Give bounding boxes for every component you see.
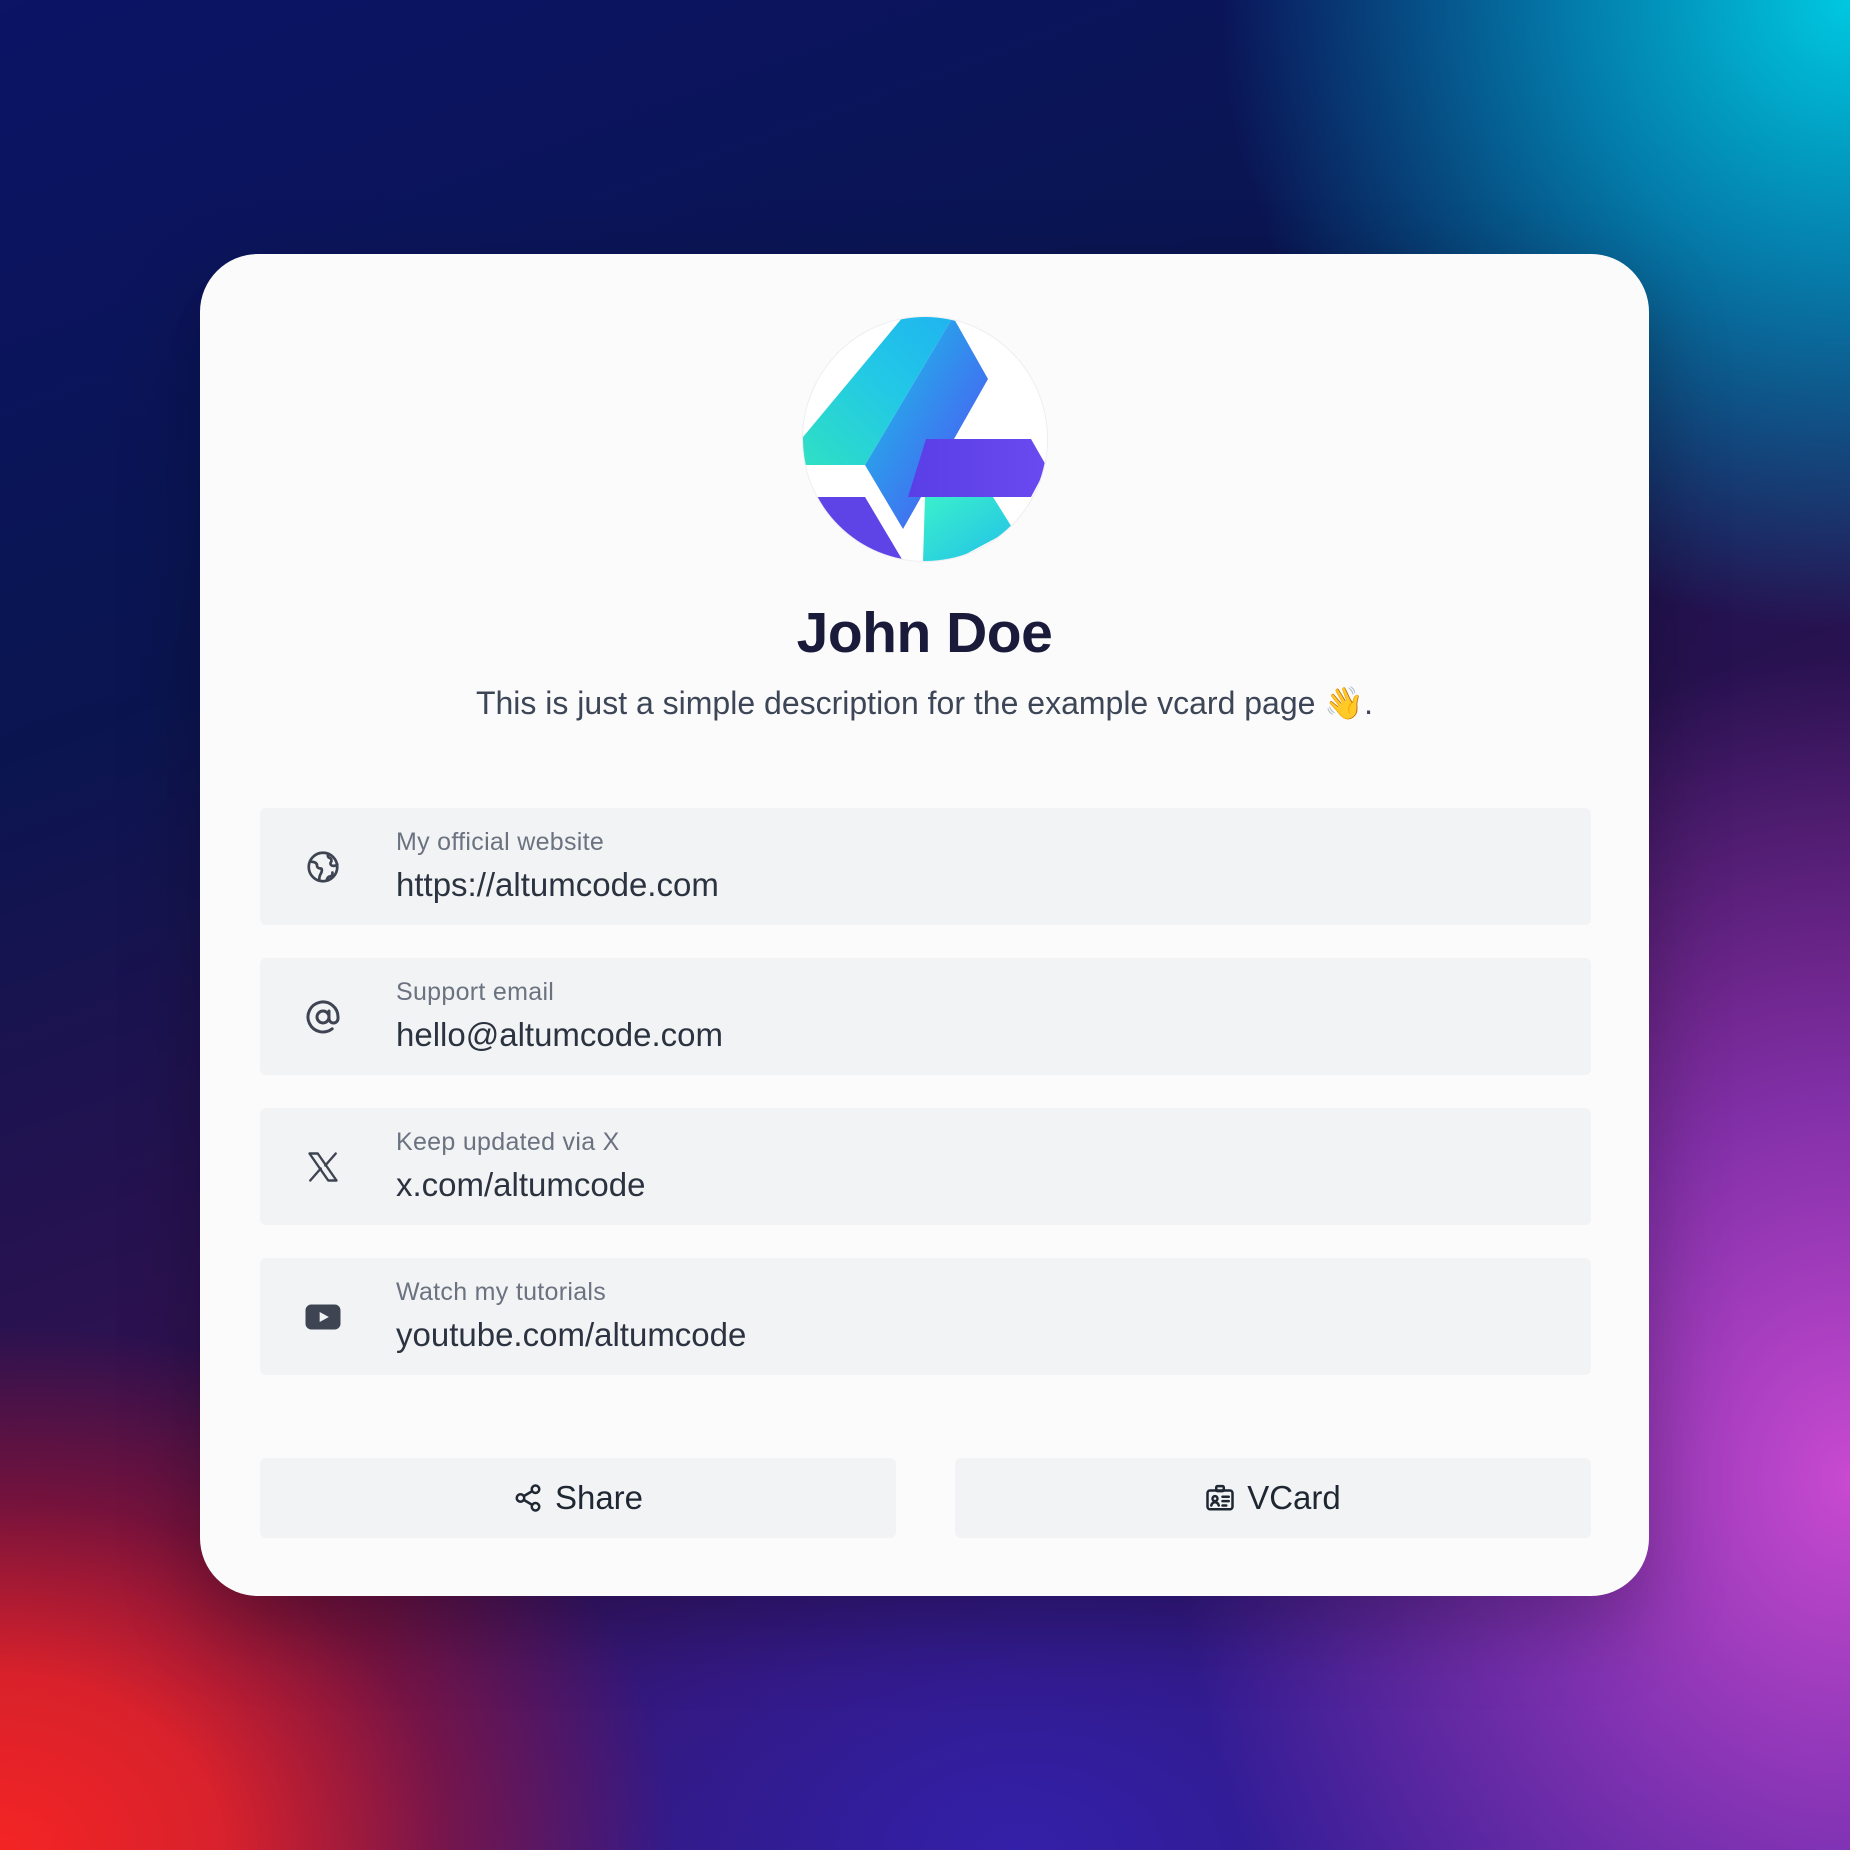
vcard-button[interactable]: VCard xyxy=(955,1458,1591,1538)
profile-name: John Doe xyxy=(796,601,1053,665)
brand-logo xyxy=(803,317,1047,561)
vcard-card: John Doe This is just a simple descripti… xyxy=(200,254,1649,1596)
link-value: https://altumcode.com xyxy=(396,866,719,903)
link-label: Keep updated via X xyxy=(396,1128,620,1156)
link-value: hello@altumcode.com xyxy=(396,1016,723,1053)
link-label: Support email xyxy=(396,978,555,1006)
link-website[interactable]: My official website https://altumcode.co… xyxy=(260,808,1591,925)
vcard-label: VCard xyxy=(1247,1479,1341,1516)
share-button[interactable]: Share xyxy=(260,1458,896,1538)
share-label: Share xyxy=(554,1479,644,1516)
link-value: x.com/altumcode xyxy=(396,1166,646,1203)
link-label: Watch my tutorials xyxy=(396,1278,607,1306)
avatar xyxy=(802,316,1048,562)
share-icon xyxy=(513,1483,543,1513)
link-value: youtube.com/altumcode xyxy=(396,1316,747,1353)
profile-description: This is just a simple description for th… xyxy=(475,685,1374,721)
links-list: My official website https://altumcode.co… xyxy=(260,808,1591,1408)
link-label: My official website xyxy=(396,828,605,856)
link-email[interactable]: Support email hello@altumcode.com xyxy=(260,958,1591,1075)
youtube-icon xyxy=(302,1296,344,1338)
id-card-icon xyxy=(1205,1483,1235,1513)
x-logo-icon xyxy=(302,1146,344,1188)
link-youtube[interactable]: Watch my tutorials youtube.com/altumcode xyxy=(260,1258,1591,1375)
at-sign-icon xyxy=(302,996,344,1038)
globe-icon xyxy=(302,846,344,888)
link-x[interactable]: Keep updated via X x.com/altumcode xyxy=(260,1108,1591,1225)
